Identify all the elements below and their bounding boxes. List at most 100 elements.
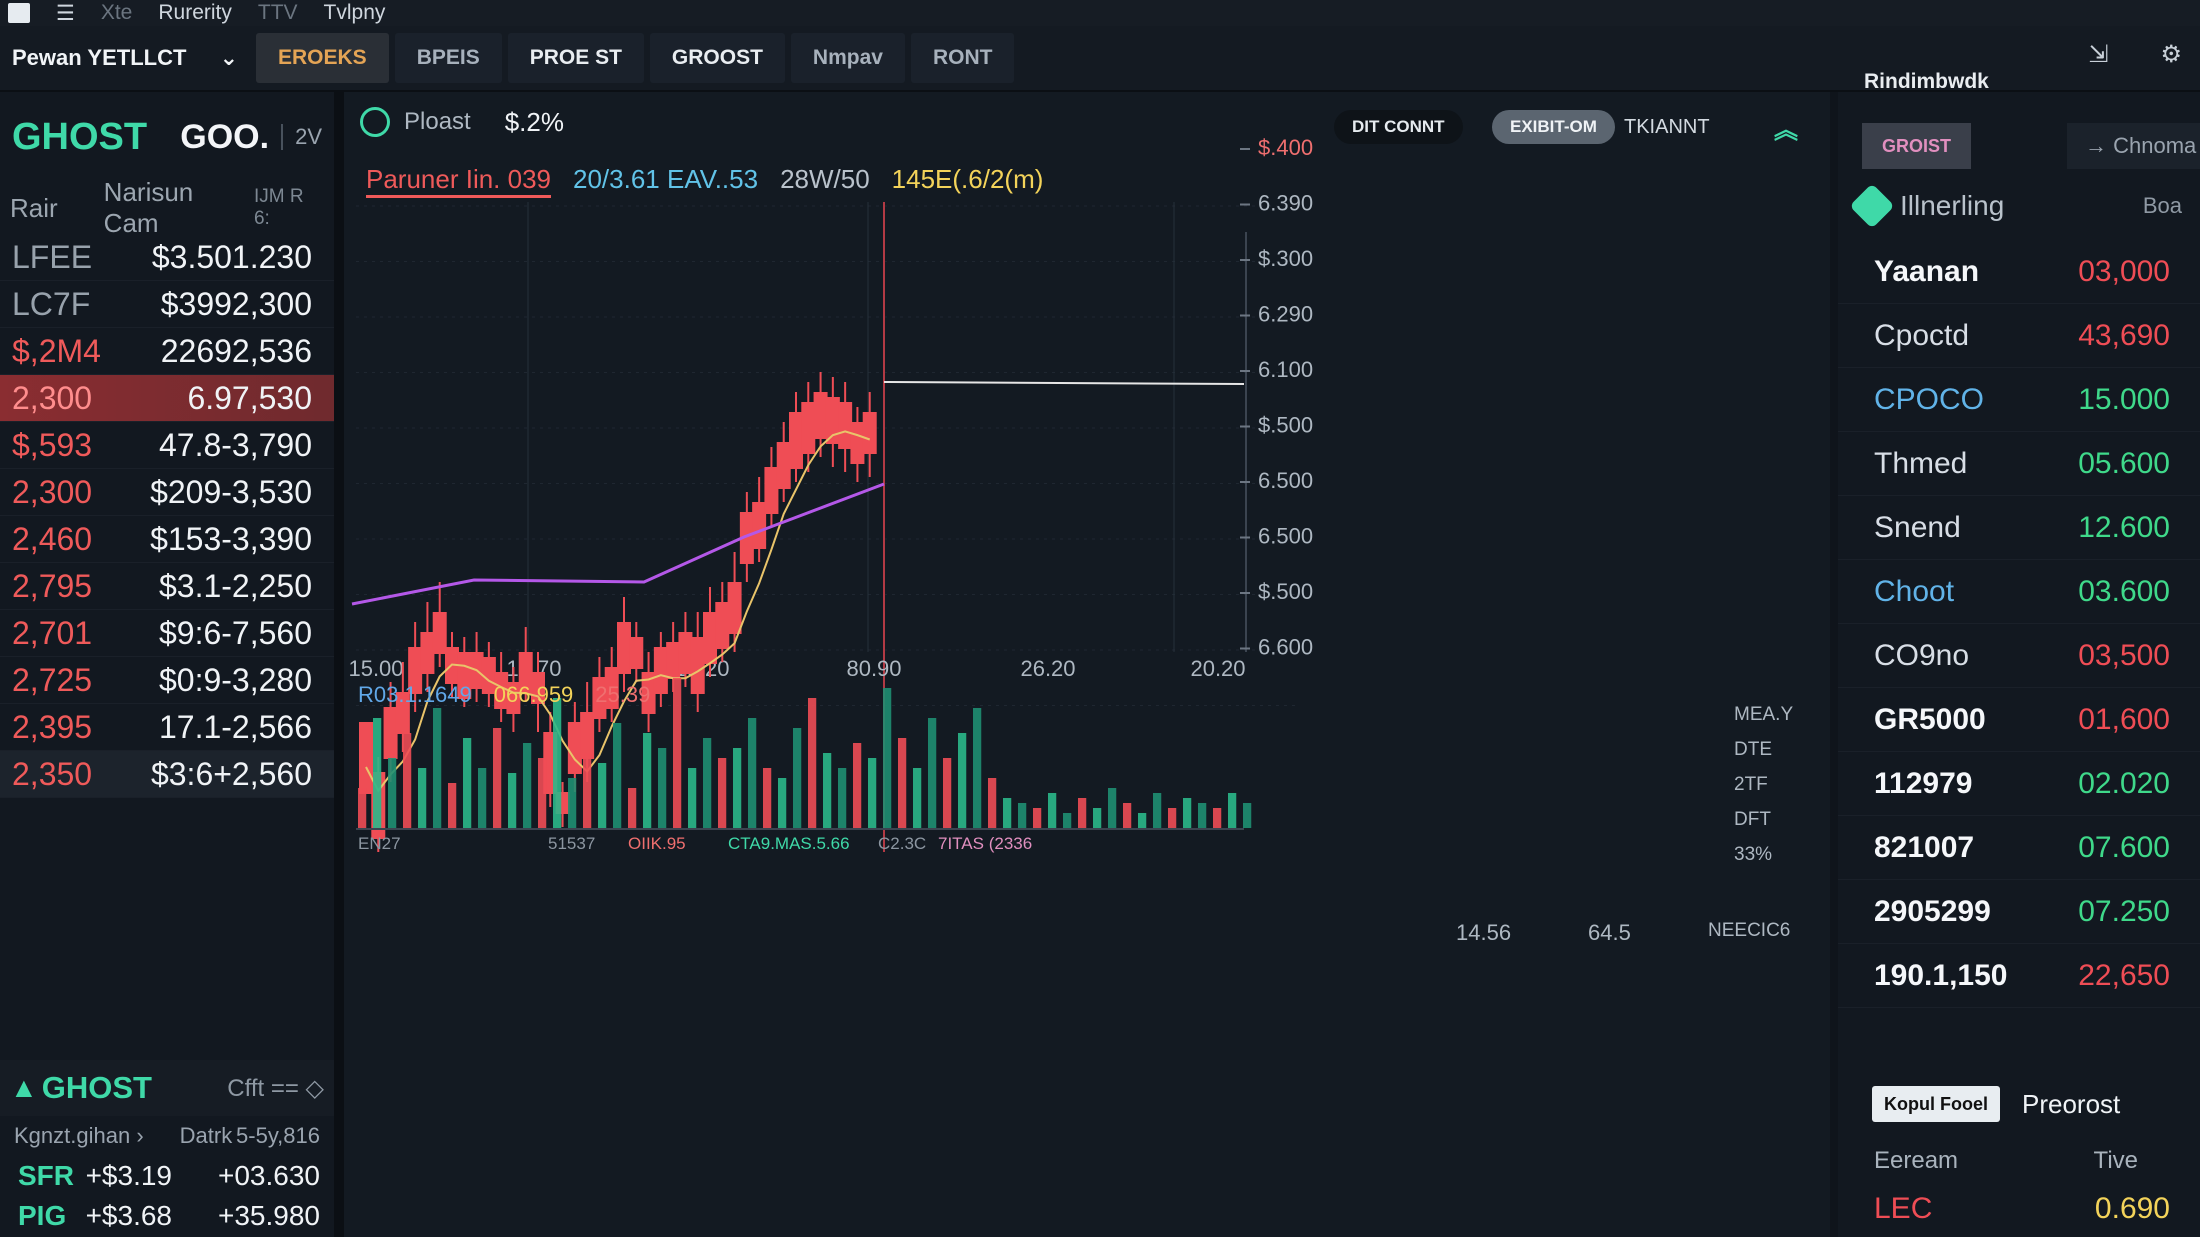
- watchlist-row[interactable]: 2,795 $3.1 -2,250: [0, 563, 334, 610]
- watchlist-row[interactable]: 2,350 $3:6 +2,560: [0, 751, 334, 798]
- account-selector[interactable]: Pewan YETLLCT ⌄: [0, 45, 250, 71]
- y-tick-label: $.500: [1258, 413, 1313, 438]
- volume-bar: [568, 778, 577, 828]
- volume-bar: [808, 698, 817, 828]
- volume-bar: [898, 738, 907, 828]
- bottom-row[interactable]: LEC 0.690: [1838, 1186, 2200, 1232]
- menu-item-4[interactable]: Tvlpny: [324, 1, 386, 25]
- tab-1[interactable]: EROEKS: [256, 33, 389, 83]
- tab-3[interactable]: PROE ST: [507, 33, 644, 83]
- market-row[interactable]: Choot 03.600: [1838, 560, 2200, 624]
- tab-2[interactable]: BPEIS: [394, 33, 502, 83]
- menu-item-2[interactable]: Rurerity: [158, 1, 232, 25]
- tab-chnoma[interactable]: → Chnoma: [2067, 123, 2200, 169]
- watchlist-panel: GHOST GOO. 2V Rair Narisun Cam IJM R 6: …: [0, 92, 344, 1237]
- watchlist-row[interactable]: 2,725 $0:9 -3,280: [0, 657, 334, 704]
- indicator-4[interactable]: DFT: [1734, 809, 1793, 831]
- tab-5[interactable]: Nmpav: [790, 33, 905, 83]
- watchlist-row[interactable]: $,2M4 2269 2,536: [0, 328, 334, 375]
- positions-col-2[interactable]: Datrk: [180, 1123, 233, 1149]
- market-row[interactable]: 2905299 07.250: [1838, 880, 2200, 944]
- preorost-label[interactable]: Preorost: [2022, 1089, 2120, 1120]
- volume-bar: [928, 718, 937, 828]
- positions-section: ▲ GHOST Cfft == ◇ Kgnzt.gihan › Datrk 5-…: [0, 1060, 334, 1236]
- positions-columns: Kgnzt.gihan › Datrk 5-5y,816: [0, 1116, 334, 1156]
- watchlist-row[interactable]: 2,701 $9:6 -7,560: [0, 610, 334, 657]
- candle: [764, 467, 779, 514]
- indicator-1[interactable]: MEA.Y: [1734, 704, 1793, 726]
- positions-option[interactable]: Cfft == ◇: [227, 1074, 324, 1103]
- positions-col-3[interactable]: 5-5y,816: [236, 1123, 320, 1149]
- watchlist-row[interactable]: 2,300 6.9 7,530: [0, 375, 334, 422]
- volume-axis-label: C2.3C: [878, 834, 927, 853]
- market-row[interactable]: CO9no 03,500: [1838, 624, 2200, 688]
- volume-bar: [988, 778, 997, 828]
- y-tick-label: $.500: [1258, 579, 1313, 604]
- volume-bar: [433, 708, 442, 828]
- kopul-button[interactable]: Kopul Fooel: [1872, 1086, 2000, 1122]
- candle: [666, 642, 681, 679]
- candle: [813, 392, 828, 439]
- bottom-col-2[interactable]: Tive: [2094, 1147, 2138, 1175]
- market-row[interactable]: 821007 07.600: [1838, 816, 2200, 880]
- y-tick-label: 6.600: [1258, 635, 1313, 660]
- tab-groist[interactable]: GROIST: [1862, 123, 1972, 169]
- position-row[interactable]: SFR +$3.19 +03.630: [0, 1156, 334, 1196]
- indicator-2[interactable]: DTE: [1734, 739, 1793, 761]
- watchlist-row[interactable]: $,593 47.8 -3,790: [0, 422, 334, 469]
- layout-icon[interactable]: ⇲: [2088, 40, 2108, 69]
- market-header-extra[interactable]: Boa: [2143, 193, 2182, 219]
- gear-icon[interactable]: ⚙: [2160, 40, 2182, 69]
- column-header-3[interactable]: IJM R 6:: [254, 186, 324, 230]
- market-row[interactable]: CPOCO 15.000: [1838, 368, 2200, 432]
- y-tick-label: $.400: [1258, 135, 1313, 160]
- moving-average-line-2: [351, 482, 885, 606]
- market-row[interactable]: Thmed 05.600: [1838, 432, 2200, 496]
- x-tick-label: 26.20: [1020, 656, 1075, 681]
- watchlist-symbol[interactable]: GHOST: [12, 116, 147, 159]
- menu-item-3[interactable]: TTV: [258, 1, 298, 25]
- window-icon[interactable]: [8, 3, 30, 23]
- market-row[interactable]: GR5000 01,600: [1838, 688, 2200, 752]
- column-header-2[interactable]: Narisun Cam: [104, 177, 254, 239]
- column-header-1[interactable]: Rair: [10, 193, 58, 224]
- watchlist-row[interactable]: 2,395 17.1 -2,566: [0, 704, 334, 751]
- candle: [678, 632, 693, 674]
- volume-bar: [718, 758, 727, 828]
- market-row[interactable]: 112979 02.020: [1838, 752, 2200, 816]
- y-tick-label: 6.390: [1258, 191, 1313, 216]
- volume-axis: EN27 51537 OIIK.95 CTA9.MAS.5.66 C2.3C 7…: [358, 834, 1032, 854]
- candle: [789, 412, 803, 469]
- candle: [432, 612, 447, 654]
- watchlist-row[interactable]: LC7F $399 2,300: [0, 281, 334, 328]
- candle: [580, 712, 595, 759]
- watchlist-row[interactable]: 2,300 $209 -3,530: [0, 469, 334, 516]
- positions-col-1[interactable]: Kgnzt.gihan ›: [14, 1123, 144, 1149]
- tab-4[interactable]: GROOST: [649, 33, 785, 83]
- volume-bar: [763, 768, 772, 828]
- watchlist-row[interactable]: 2,460 $153 -3,390: [0, 516, 334, 563]
- market-row[interactable]: Yaanan 03,000: [1838, 240, 2200, 304]
- volume-bar: [658, 748, 667, 828]
- market-row[interactable]: Snend 12.600: [1838, 496, 2200, 560]
- candle: [825, 397, 840, 444]
- account-name: Pewan YETLLCT: [12, 45, 187, 70]
- bottom-col-1[interactable]: Eeream: [1874, 1147, 1958, 1175]
- watchlist-row[interactable]: LFEE $3.50 1.230: [0, 234, 334, 281]
- tab-6[interactable]: RONT: [910, 33, 1015, 83]
- hamburger-icon[interactable]: ☰: [56, 1, 75, 26]
- volume-bar: [358, 788, 367, 828]
- volume-bar: [463, 738, 472, 828]
- market-row[interactable]: 190.1,150 22,650: [1838, 944, 2200, 1008]
- market-row[interactable]: Cpoctd 43,690: [1838, 304, 2200, 368]
- bottom-columns: Eeream Tive: [1838, 1136, 2200, 1186]
- volume-axis-label: 7ITAS (2336: [938, 834, 1033, 853]
- volume-bar: [1018, 803, 1027, 828]
- watchlist-change: 2V: [295, 124, 322, 149]
- menu-item-1[interactable]: Xte: [101, 1, 133, 25]
- volume-bar: [853, 743, 862, 828]
- position-row[interactable]: PIG +$3.68 +35.980: [0, 1196, 334, 1236]
- volume-bar: [778, 778, 787, 828]
- price-chart[interactable]: $.400 6.390 $.300 6.290 6.100 $.500 6.500 6.500…: [344, 92, 1830, 872]
- indicator-3[interactable]: 2TF: [1734, 774, 1793, 796]
